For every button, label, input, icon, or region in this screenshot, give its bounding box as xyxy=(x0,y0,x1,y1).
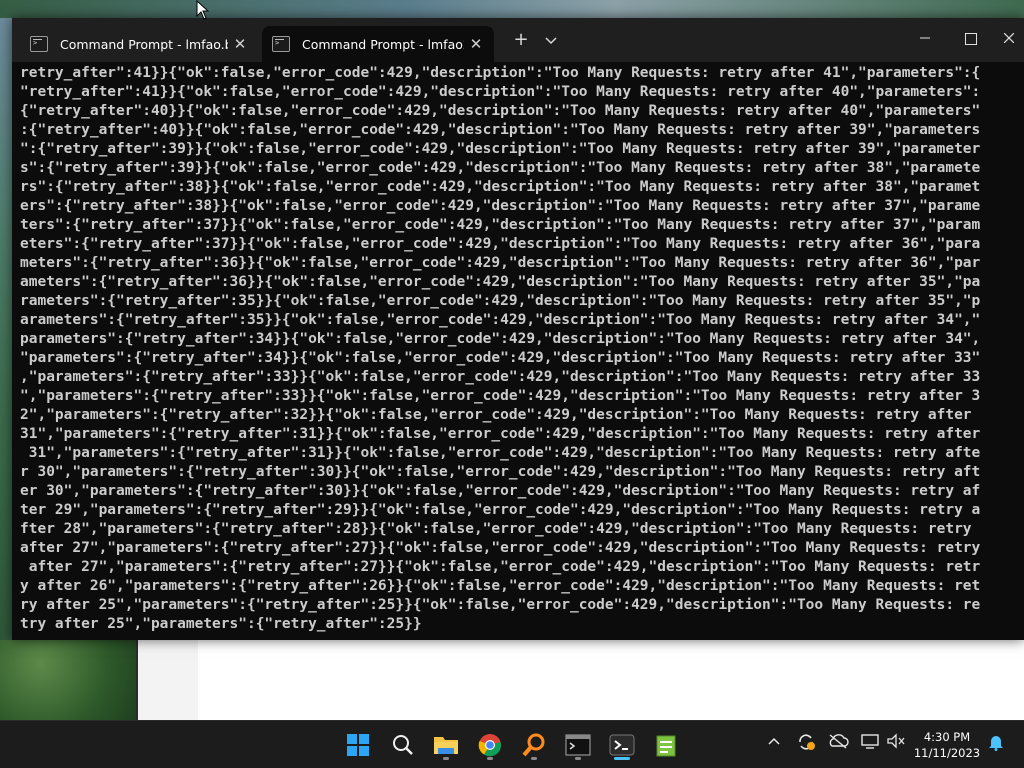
mouse-cursor-icon xyxy=(196,0,210,20)
console-line: eters":{"retry_after":37}}{"ok":false,"e… xyxy=(20,236,981,252)
console-line: er 30","parameters":{"retry_after":30}}{… xyxy=(20,483,981,499)
desktop-wallpaper-top xyxy=(0,0,1024,18)
network-icon xyxy=(861,734,879,749)
command-prompt-icon xyxy=(272,36,290,52)
console-line: ameters":{"retry_after":36}}{"ok":false,… xyxy=(20,274,981,290)
terminal-icon xyxy=(609,734,635,756)
start-button[interactable] xyxy=(340,727,376,763)
console-line: try after 25","parameters":{"retry_after… xyxy=(20,616,422,632)
chevron-down-icon xyxy=(545,37,557,45)
console-line: 2","parameters":{"retry_after":32}}{"ok"… xyxy=(20,407,981,423)
desktop-wallpaper xyxy=(0,640,136,720)
console-line: after 27","parameters":{"retry_after":27… xyxy=(20,540,981,556)
terminal-window[interactable]: Command Prompt - lmfao.bat ✕ Command Pro… xyxy=(12,18,1024,640)
notepad-button[interactable] xyxy=(648,727,684,763)
tab-dropdown-button[interactable] xyxy=(540,30,562,52)
console-line: arameters":{"retry_after":35}}{"ok":fals… xyxy=(20,312,981,328)
cloud-off-icon xyxy=(829,734,849,749)
sync-status[interactable] xyxy=(794,733,818,755)
tab-command-prompt-1[interactable]: Command Prompt - lmfao.bat ✕ xyxy=(20,26,258,62)
maximize-icon xyxy=(965,33,977,45)
background-window xyxy=(136,640,1024,720)
close-tab-icon[interactable]: ✕ xyxy=(464,35,488,53)
magnifier-app-icon xyxy=(522,733,545,757)
terminal-button[interactable] xyxy=(604,727,640,763)
new-tab-button[interactable]: + xyxy=(510,30,532,52)
console-line: rs":{"retry_after":38}}{"ok":false,"erro… xyxy=(20,179,981,195)
notifications-button[interactable] xyxy=(984,733,1008,755)
close-tab-icon[interactable]: ✕ xyxy=(228,35,252,53)
console-line: :{"retry_after":40}}{"ok":false,"error_c… xyxy=(20,122,981,138)
close-window-button[interactable] xyxy=(994,24,1024,54)
console-line: r 30","parameters":{"retry_after":30}}{"… xyxy=(20,464,981,480)
console-line: meters":{"retry_after":36}}{"ok":false,"… xyxy=(20,255,981,271)
bell-icon xyxy=(989,736,1003,751)
console-output[interactable]: retry_after":41}}{"ok":false,"error_code… xyxy=(20,64,1018,634)
show-hidden-icons-button[interactable] xyxy=(762,733,786,749)
console-line: ter 29","parameters":{"retry_after":29}}… xyxy=(20,502,981,518)
sync-icon xyxy=(799,734,815,750)
windows-logo-icon xyxy=(347,734,369,756)
search-button[interactable] xyxy=(385,727,421,763)
console-line: "parameters":{"retry_after":34}}{"ok":fa… xyxy=(20,350,981,366)
console-line: ry after 25","parameters":{"retry_after"… xyxy=(20,597,981,613)
running-indicator xyxy=(575,757,581,760)
console-line: ":{"retry_after":39}}{"ok":false,"error_… xyxy=(20,141,981,157)
search-app-button[interactable] xyxy=(516,727,552,763)
console-line: parameters":{"retry_after":34}}{"ok":fal… xyxy=(20,331,981,347)
clock[interactable]: 4:30 PM 11/11/2023 xyxy=(912,729,982,761)
console-line: 31","parameters":{"retry_after":31}}{"ok… xyxy=(20,445,981,461)
console-line: ,"parameters":{"retry_after":33}}{"ok":f… xyxy=(20,369,981,385)
chrome-button[interactable] xyxy=(472,727,508,763)
console-line: fter 28","parameters":{"retry_after":28}… xyxy=(20,521,981,537)
taskbar: 4:30 PM 11/11/2023 xyxy=(0,720,1024,768)
console-line: 31","parameters":{"retry_after":31}}{"ok… xyxy=(20,426,981,442)
command-prompt-icon xyxy=(565,734,591,756)
running-indicator xyxy=(443,757,449,760)
clock-time: 4:30 PM xyxy=(923,730,971,744)
command-prompt-button[interactable] xyxy=(560,727,596,763)
file-explorer-button[interactable] xyxy=(428,727,464,763)
running-indicator xyxy=(487,757,493,760)
tab-command-prompt-2[interactable]: Command Prompt - lmfao2.ba ✕ xyxy=(262,26,494,62)
minimize-icon xyxy=(920,37,930,39)
active-indicator xyxy=(614,757,630,760)
command-prompt-icon xyxy=(30,36,48,52)
onedrive-status[interactable] xyxy=(826,733,850,753)
clock-date: 11/11/2023 xyxy=(913,746,981,760)
chrome-icon xyxy=(478,734,502,757)
console-line: s":{"retry_after":39}}{"ok":false,"error… xyxy=(20,160,981,176)
maximize-button[interactable] xyxy=(948,24,994,54)
console-line: ters":{"retry_after":37}}{"ok":false,"er… xyxy=(20,217,981,233)
volume-status[interactable] xyxy=(884,733,908,753)
tab-title: Command Prompt - lmfao2.ba xyxy=(302,36,464,52)
minimize-button[interactable] xyxy=(902,24,948,54)
console-line: ","parameters":{"retry_after":33}}{"ok":… xyxy=(20,388,981,404)
console-line: retry_after":41}}{"ok":false,"error_code… xyxy=(20,65,981,81)
running-indicator xyxy=(531,757,537,760)
chevron-up-icon xyxy=(768,737,780,745)
console-line: y after 26","parameters":{"retry_after":… xyxy=(20,578,981,594)
console-line: "retry_after":41}}{"ok":false,"error_cod… xyxy=(20,84,981,100)
background-window-content xyxy=(198,640,1024,720)
console-line: ers":{"retry_after":38}}{"ok":false,"err… xyxy=(20,198,981,214)
notepad-icon xyxy=(656,735,676,757)
volume-muted-icon xyxy=(887,733,905,749)
tab-title: Command Prompt - lmfao.bat xyxy=(60,36,228,52)
network-status[interactable] xyxy=(858,733,882,753)
console-line: {"retry_after":40}}{"ok":false,"error_co… xyxy=(20,103,981,119)
console-line: after 27","parameters":{"retry_after":27… xyxy=(20,559,981,575)
search-icon xyxy=(393,735,413,755)
title-bar[interactable]: Command Prompt - lmfao.bat ✕ Command Pro… xyxy=(12,18,1024,62)
console-line: rameters":{"retry_after":35}}{"ok":false… xyxy=(20,293,981,309)
close-icon xyxy=(1003,32,1015,44)
folder-icon xyxy=(434,737,458,754)
